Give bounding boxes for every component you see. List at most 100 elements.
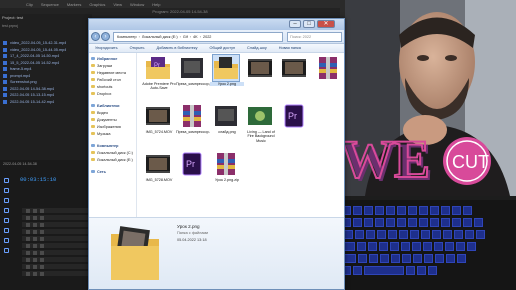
premiere-menu-item[interactable]: Help	[152, 2, 160, 7]
explorer-titlebar[interactable]: – □ ✕	[89, 19, 344, 30]
track-toggle-button[interactable]	[33, 265, 37, 269]
track-toggle-button[interactable]	[40, 223, 44, 227]
track-toggle-button[interactable]	[26, 216, 30, 220]
premiere-menu-item[interactable]: Graphics	[89, 2, 105, 7]
timeline-track[interactable]	[22, 243, 90, 249]
forward-arrow-icon[interactable]: ›	[101, 32, 110, 41]
track-toggle-button[interactable]	[26, 251, 30, 255]
file-item[interactable]	[278, 55, 312, 101]
timeline-track[interactable]	[22, 264, 90, 270]
toolbar-command[interactable]: Добавить в библиотеку	[157, 46, 198, 50]
project-item[interactable]: video_2022-04-05_15-44-05.mp4	[3, 47, 89, 53]
toolbar-command[interactable]: Упорядочить	[95, 46, 118, 50]
track-toggle-button[interactable]	[33, 244, 37, 248]
nav-item[interactable]: shortcuts	[91, 84, 112, 89]
project-item[interactable]: 17_4_2022-04-05 14-50.mp4	[3, 53, 89, 59]
file-item[interactable]: Pr Adobe Premiere Pro Auto-Save	[142, 55, 176, 101]
close-button[interactable]: ✕	[317, 20, 335, 28]
track-toggle-button[interactable]	[40, 209, 44, 213]
project-item[interactable]: 2022-04-05 14-54-38.mp4	[3, 86, 89, 92]
track-toggle-button[interactable]	[33, 209, 37, 213]
address-breadcrumb[interactable]: Компьютер › Локальный диск (E:) › Gif › 4K › 202…	[113, 32, 283, 42]
timeline-tab[interactable]: 2022-04-05 14-54-38	[3, 162, 37, 166]
timeline-track[interactable]	[22, 215, 90, 221]
file-item[interactable]	[312, 55, 346, 101]
file-item[interactable]	[244, 55, 278, 101]
premiere-menu-item[interactable]: Window	[130, 2, 144, 7]
ripple-edit-tool-icon[interactable]	[4, 198, 9, 203]
timeline-track[interactable]	[22, 236, 90, 242]
toolbar-command[interactable]: Слайд-шоу	[247, 46, 267, 50]
track-toggle-button[interactable]	[40, 230, 44, 234]
breadcrumb-segment[interactable]: Gif	[183, 35, 188, 39]
nav-group[interactable]: Избранное	[91, 56, 117, 61]
file-item[interactable]: Living — Land of Fire Background Music	[244, 103, 278, 149]
nav-item[interactable]: Загрузки	[91, 63, 112, 68]
timeline-track[interactable]	[22, 229, 90, 235]
timeline-track[interactable]	[22, 257, 90, 263]
nav-item[interactable]: Dropbox	[91, 91, 111, 96]
file-item[interactable]: IMG_5728.MOV	[142, 151, 176, 197]
track-toggle-button[interactable]	[26, 230, 30, 234]
track-toggle-button[interactable]	[40, 216, 44, 220]
track-toggle-button[interactable]	[26, 265, 30, 269]
search-input[interactable]: Поиск: 2022	[287, 32, 342, 42]
nav-group[interactable]: Сеть	[91, 169, 106, 174]
nav-item[interactable]: Локальный диск (E:)	[91, 157, 133, 162]
breadcrumb-segment[interactable]: Локальный диск (E:)	[142, 35, 178, 39]
premiere-menu-item[interactable]: Markers	[67, 2, 81, 7]
track-toggle-button[interactable]	[40, 272, 44, 276]
project-item[interactable]: 15_5_2022-04-05 14-52.mp4	[3, 60, 89, 66]
file-item[interactable]: Преза_компрессор.png	[176, 55, 210, 101]
track-toggle-button[interactable]	[33, 258, 37, 262]
track-toggle-button[interactable]	[26, 244, 30, 248]
track-toggle-button[interactable]	[33, 223, 37, 227]
timeline-track[interactable]	[22, 208, 90, 214]
pen-tool-icon[interactable]	[4, 228, 9, 233]
nav-item[interactable]: Недавние места	[91, 70, 126, 75]
project-item[interactable]: 2022-04-05 15-13-15.mp4	[3, 92, 89, 98]
file-item[interactable]: слайд.png	[210, 103, 244, 149]
timeline-timecode[interactable]: 00:03:15:10	[20, 176, 56, 183]
nav-item[interactable]: Видео	[91, 110, 108, 115]
file-item[interactable]: Урок 2.png	[210, 54, 244, 101]
nav-item[interactable]: Музыка	[91, 131, 110, 136]
timeline-track[interactable]	[22, 250, 90, 256]
file-item[interactable]: Pr	[278, 103, 312, 149]
nav-item[interactable]: Документы	[91, 117, 117, 122]
breadcrumb-segment[interactable]: 4K	[193, 35, 198, 39]
maximize-button[interactable]: □	[303, 20, 315, 28]
project-item[interactable]: video_2022-04-05_15-42-31.mp4	[3, 40, 89, 46]
track-select-tool-icon[interactable]	[4, 188, 9, 193]
minimize-button[interactable]: –	[289, 20, 301, 28]
hand-tool-icon[interactable]	[4, 238, 9, 243]
file-item[interactable]: Pr	[176, 151, 210, 197]
premiere-menu-item[interactable]: Clip	[26, 2, 33, 7]
track-toggle-button[interactable]	[26, 272, 30, 276]
selection-tool-icon[interactable]	[4, 178, 9, 183]
file-item[interactable]: IMG_5724.MOV	[142, 103, 176, 149]
premiere-menu-item[interactable]: Sequence	[41, 2, 59, 7]
track-toggle-button[interactable]	[33, 230, 37, 234]
toolbar-command[interactable]: Открыть	[130, 46, 145, 50]
track-toggle-button[interactable]	[40, 258, 44, 262]
project-item[interactable]: frame-5.mp4	[3, 66, 89, 72]
toolbar-command[interactable]: Общий доступ	[210, 46, 236, 50]
slip-tool-icon[interactable]	[4, 218, 9, 223]
breadcrumb-segment[interactable]: 2022	[203, 35, 211, 39]
track-toggle-button[interactable]	[40, 237, 44, 241]
track-toggle-button[interactable]	[33, 216, 37, 220]
nav-item[interactable]: Рабочий стол	[91, 77, 121, 82]
file-item[interactable]: Урок 2.png.zip	[210, 151, 244, 197]
track-toggle-button[interactable]	[26, 223, 30, 227]
track-toggle-button[interactable]	[40, 244, 44, 248]
timeline-track[interactable]	[22, 222, 90, 228]
razor-tool-icon[interactable]	[4, 208, 9, 213]
track-toggle-button[interactable]	[33, 251, 37, 255]
nav-group[interactable]: Библиотеки	[91, 103, 120, 108]
nav-group[interactable]: Компьютер	[91, 143, 118, 148]
track-toggle-button[interactable]	[33, 272, 37, 276]
nav-item[interactable]: Локальный диск (C:)	[91, 150, 133, 155]
back-arrow-icon[interactable]: ‹	[91, 32, 100, 41]
premiere-menu-item[interactable]: View	[113, 2, 122, 7]
